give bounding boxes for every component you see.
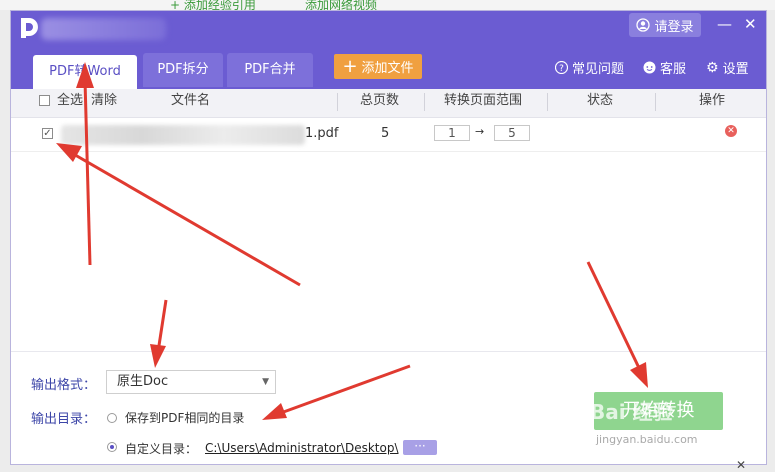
annotation-arrow [150, 299, 168, 368]
annotation-arrow [56, 143, 301, 287]
annotation-arrows [56, 62, 648, 420]
annotation-arrow [262, 364, 411, 420]
annotation-arrow [586, 261, 648, 388]
